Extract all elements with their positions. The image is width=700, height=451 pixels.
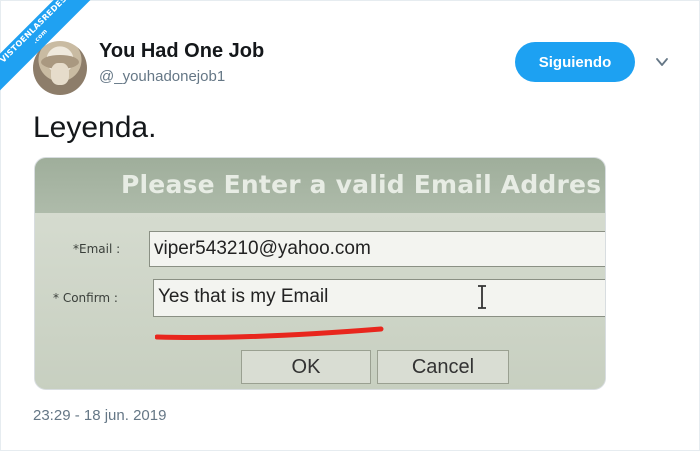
author-name[interactable]: You Had One Job xyxy=(99,40,264,63)
ok-button: OK xyxy=(241,350,371,384)
tweet-media-image[interactable]: Please Enter a valid Email Addres *Email… xyxy=(34,157,606,390)
confirm-label: * Confirm : xyxy=(53,291,118,305)
confirm-field: Yes that is my Email xyxy=(153,279,605,317)
form-header-text: Please Enter a valid Email Addres xyxy=(121,170,602,199)
tweet-card: VISTOENLASREDES .com You Had One Job @_y… xyxy=(0,0,700,451)
tweet-text: Leyenda. xyxy=(33,111,157,144)
email-label: *Email : xyxy=(73,242,121,256)
chevron-down-icon[interactable] xyxy=(655,55,669,69)
cancel-button: Cancel xyxy=(377,350,509,384)
i-beam-cursor-icon xyxy=(478,285,486,309)
following-button[interactable]: Siguiendo xyxy=(515,42,635,82)
tweet-timestamp[interactable]: 23:29 - 18 jun. 2019 xyxy=(33,407,166,424)
red-underline-annotation xyxy=(155,326,384,341)
email-field: viper543210@yahoo.com xyxy=(149,231,605,267)
avatar-face-shape xyxy=(51,63,69,85)
author-handle[interactable]: @_youhadonejob1 xyxy=(99,68,225,85)
